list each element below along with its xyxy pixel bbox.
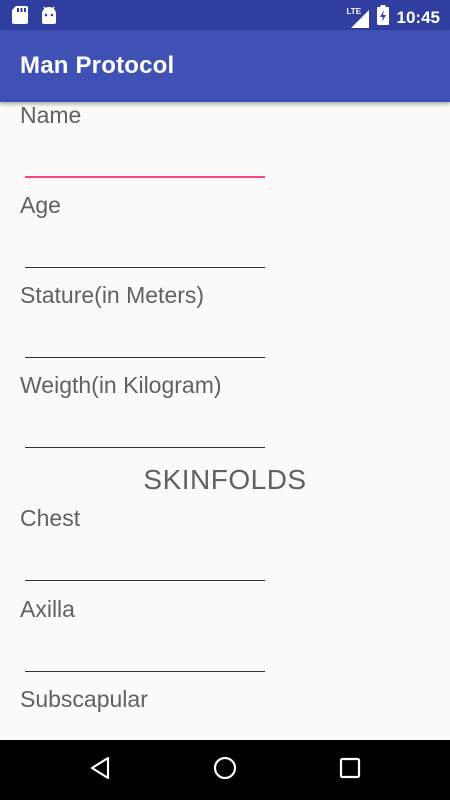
subscapular-input[interactable] — [25, 726, 265, 740]
age-label: Age — [20, 192, 61, 218]
back-button[interactable] — [80, 754, 120, 786]
axilla-label: Axilla — [20, 596, 75, 622]
app-bar: Man Protocol — [0, 30, 450, 102]
age-field: Age — [0, 192, 450, 282]
name-input[interactable] — [25, 142, 265, 178]
skinfolds-heading: SKINFOLDS — [143, 464, 307, 495]
form-content[interactable]: Name Age Stature(in Meters) Weigth(in Ki… — [0, 102, 450, 740]
battery-charging-icon — [376, 5, 389, 30]
chest-field: Chest — [0, 505, 450, 595]
recents-icon — [339, 757, 361, 784]
weight-label: Weigth(in Kilogram) — [20, 372, 222, 398]
subscapular-label: Subscapular — [20, 686, 148, 712]
age-input[interactable] — [25, 232, 265, 268]
navigation-bar — [0, 740, 450, 800]
subscapular-field: Subscapular — [0, 686, 450, 740]
axilla-field: Axilla — [0, 596, 450, 686]
home-button[interactable] — [205, 754, 245, 786]
weight-input[interactable] — [25, 412, 265, 448]
name-field: Name — [0, 102, 450, 192]
android-icon — [40, 6, 58, 29]
chest-input[interactable] — [25, 545, 265, 581]
recents-button[interactable] — [330, 754, 370, 786]
weight-field: Weigth(in Kilogram) — [0, 372, 450, 462]
chest-label: Chest — [20, 505, 81, 531]
status-time: 10:45 — [396, 7, 440, 27]
app-title: Man Protocol — [20, 52, 175, 79]
stature-input[interactable] — [25, 322, 265, 358]
status-right-icons: LTE 10:45 — [347, 5, 440, 30]
lte-signal-icon: LTE — [347, 7, 369, 28]
axilla-input[interactable] — [25, 636, 265, 672]
back-icon — [89, 756, 111, 785]
stature-field: Stature(in Meters) — [0, 282, 450, 372]
name-label: Name — [20, 102, 82, 128]
sd-card-icon — [12, 6, 28, 29]
home-icon — [212, 755, 238, 786]
status-bar: LTE 10:45 — [0, 0, 450, 30]
stature-label: Stature(in Meters) — [20, 282, 205, 308]
status-left-icons — [12, 6, 58, 29]
